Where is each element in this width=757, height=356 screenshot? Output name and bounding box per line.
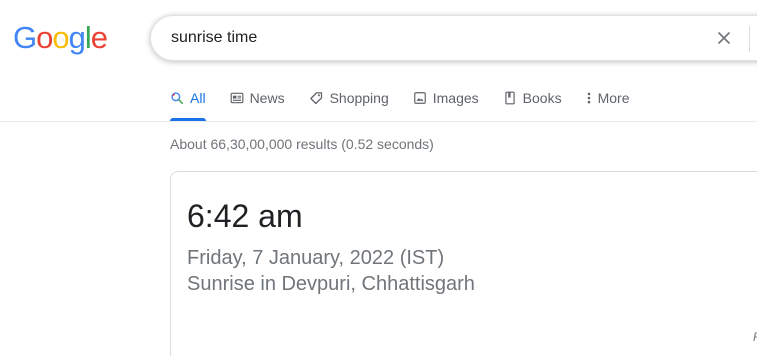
logo-letter-3: o [52, 20, 69, 55]
tab-more[interactable]: More [586, 84, 630, 112]
tab-all[interactable]: All [170, 84, 206, 121]
news-icon [230, 92, 243, 104]
feedback-link[interactable]: F [753, 330, 757, 344]
search-box-divider [749, 26, 750, 52]
tab-books[interactable]: Books [503, 84, 562, 112]
tab-images[interactable]: Images [413, 84, 479, 112]
sunrise-time: 6:42 am [187, 198, 303, 234]
tab-label: All [190, 90, 206, 106]
close-icon[interactable] [714, 28, 734, 48]
tab-shopping[interactable]: Shopping [309, 84, 389, 112]
sunrise-answer-card: 6:42 am Friday, 7 January, 2022 (IST) Su… [170, 171, 757, 356]
tab-label: Images [432, 90, 479, 106]
logo-letter-6: e [90, 20, 108, 55]
search-results-page: Google All News [0, 0, 757, 356]
tab-label: News [249, 90, 285, 106]
book-icon [505, 91, 515, 105]
tab-label: Shopping [329, 90, 389, 106]
header-divider [0, 121, 757, 122]
result-stats: About 66,30,00,000 results (0.52 seconds… [170, 136, 434, 152]
tab-label: Books [522, 90, 562, 106]
tab-news[interactable]: News [230, 84, 285, 112]
tab-label: More [597, 90, 630, 106]
logo-letter-2: o [36, 20, 53, 55]
logo-letter-1: G [13, 20, 37, 55]
search-input[interactable] [171, 16, 651, 60]
sunrise-location: Sunrise in Devpuri, Chhattisgarh [187, 273, 475, 295]
image-icon [413, 92, 426, 104]
sunrise-date: Friday, 7 January, 2022 (IST) [187, 247, 445, 269]
google-logo[interactable]: Google [13, 18, 108, 58]
search-icon [171, 92, 184, 105]
logo-letter-4: g [68, 20, 86, 55]
tag-icon [309, 91, 322, 104]
search-box [150, 15, 757, 61]
more-vert-icon [587, 92, 590, 104]
search-tabs: All News Shopping Images Books More [170, 84, 630, 121]
